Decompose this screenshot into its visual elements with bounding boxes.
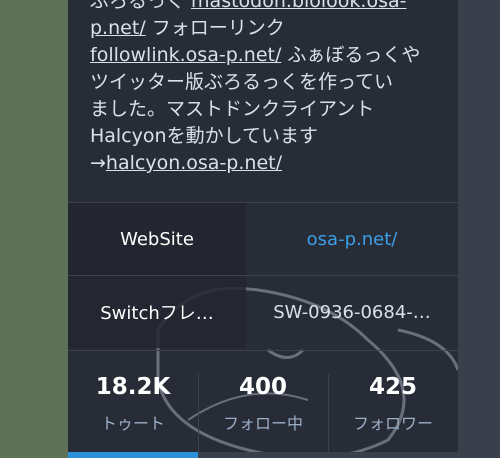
bio-link-mastodon[interactable]: mastodon.biolook.osa- — [191, 0, 406, 12]
profile-card: ぶろるっく mastodon.biolook.osa- p.net/ フォローリ… — [68, 0, 458, 458]
field-value: SW-0936-0684-… — [273, 301, 431, 323]
active-tab-indicator — [68, 452, 198, 458]
divider — [68, 350, 458, 351]
bio-text: Halcyonを動かしています — [90, 125, 318, 147]
bio-text: ツイッター版ぶろるっくを作ってい — [90, 71, 394, 93]
field-name: WebSite — [68, 203, 246, 275]
background-left — [0, 0, 68, 458]
background-right — [458, 0, 500, 458]
bio-text: ぶろるっく — [90, 0, 192, 12]
bio-text: フォローリンク — [145, 17, 285, 39]
bio-link-mastodon-cont[interactable]: p.net/ — [90, 17, 146, 39]
profile-field-switch: Switchフレ… SW-0936-0684-… — [68, 276, 458, 348]
counter-following[interactable]: 400 フォロー中 — [198, 352, 328, 452]
counter-value: 18.2K — [95, 374, 171, 400]
counter-value: 425 — [368, 374, 417, 400]
field-name: Switchフレ… — [68, 276, 246, 348]
field-value-link[interactable]: osa-p.net/ — [246, 203, 458, 275]
arrow-icon: → — [90, 152, 106, 174]
profile-counters: 18.2K トゥート 400 フォロー中 425 フォロワー — [68, 352, 458, 452]
counter-label: トゥート — [100, 414, 165, 433]
profile-field-website: WebSite osa-p.net/ — [68, 203, 458, 275]
counter-value: 400 — [238, 374, 287, 400]
bio-link-halcyon[interactable]: halcyon.osa-p.net/ — [106, 152, 282, 174]
bio-link-followlink[interactable]: followlink.osa-p.net/ — [90, 44, 281, 66]
counter-followers[interactable]: 425 フォロワー — [328, 352, 458, 452]
counter-label: フォロワー — [352, 414, 433, 433]
counter-toots[interactable]: 18.2K トゥート — [68, 352, 198, 452]
counter-label: フォロー中 — [222, 414, 303, 433]
bio-text: ふぁぼるっくや — [281, 44, 421, 66]
bio-text: ました。マストドンクライアント — [90, 98, 375, 120]
profile-bio: ぶろるっく mastodon.biolook.osa- p.net/ フォローリ… — [90, 0, 450, 177]
tab-bar-background — [198, 452, 458, 458]
